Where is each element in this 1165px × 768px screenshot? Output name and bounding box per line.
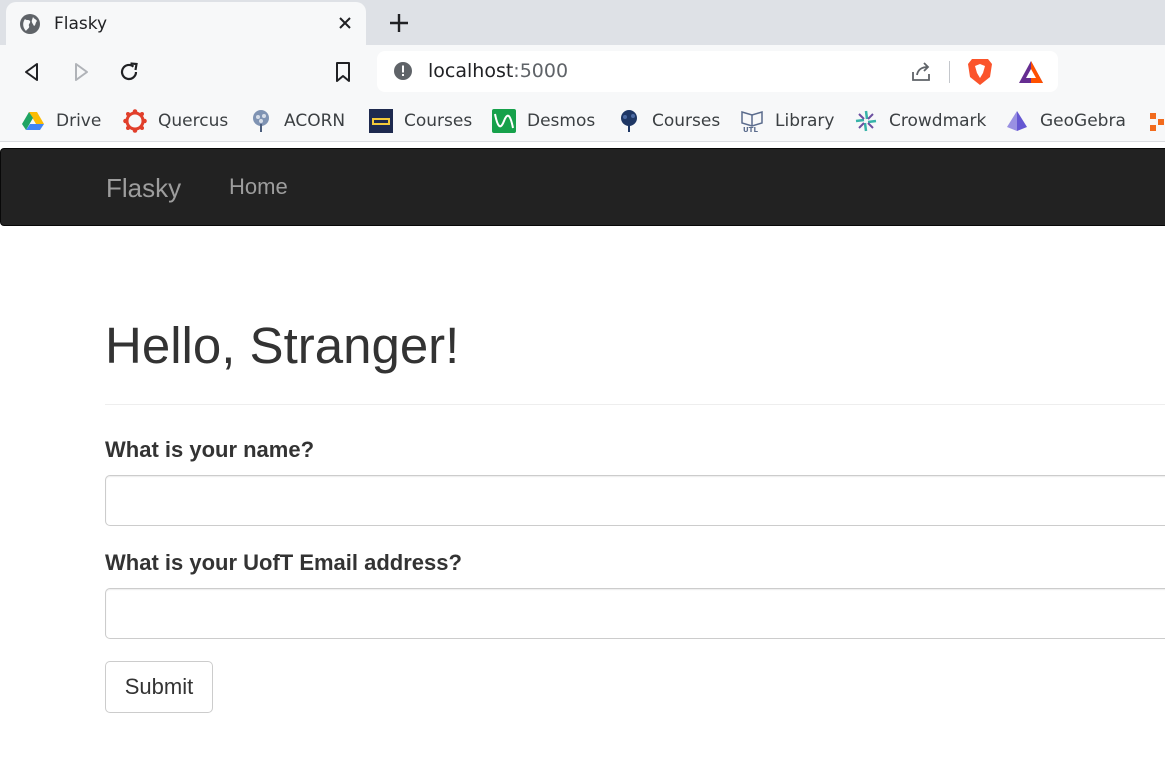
globe-icon bbox=[18, 12, 42, 36]
bookmark-label: Quercus bbox=[158, 111, 229, 131]
uoft-courses-icon bbox=[617, 109, 641, 133]
submit-button[interactable]: Submit bbox=[105, 661, 213, 713]
bookmark-geogebra[interactable]: GeoGebra bbox=[1005, 106, 1126, 136]
url-text[interactable]: localhost:5000 bbox=[428, 60, 568, 82]
brave-shields-icon[interactable] bbox=[966, 57, 994, 87]
forward-icon[interactable] bbox=[68, 59, 94, 85]
google-drive-icon bbox=[21, 109, 45, 133]
browser-toolbar: localhost:5000 bbox=[0, 45, 1165, 100]
header-divider bbox=[105, 404, 1165, 405]
page-title: Hello, Stranger! bbox=[105, 317, 460, 374]
close-tab-icon[interactable] bbox=[334, 12, 356, 34]
bookmark-acorn[interactable]: ACORN bbox=[249, 106, 345, 136]
email-label: What is your UofT Email address? bbox=[105, 550, 462, 575]
bookmark-label: GeoGebra bbox=[1040, 111, 1126, 131]
share-icon[interactable] bbox=[909, 60, 933, 84]
acorn-icon bbox=[249, 109, 273, 133]
brave-rewards-icon[interactable] bbox=[1017, 59, 1045, 85]
bookmark-label: Drive bbox=[56, 111, 102, 131]
tab-title: Flasky bbox=[54, 13, 108, 34]
bookmark-overflow[interactable] bbox=[1148, 106, 1165, 136]
bookmark-label: Library bbox=[775, 111, 835, 131]
bookmark-label: Courses bbox=[652, 111, 721, 131]
email-input[interactable] bbox=[105, 588, 1165, 639]
bookmark-desmos[interactable]: Desmos bbox=[492, 106, 595, 136]
browser-tab-strip: Flasky bbox=[0, 0, 1165, 45]
bookmark-icon[interactable] bbox=[330, 59, 356, 85]
skule-courses-icon bbox=[369, 109, 393, 133]
bookmark-crowdmark[interactable]: Crowdmark bbox=[854, 106, 986, 136]
bookmark-library[interactable]: UTL Library bbox=[740, 106, 834, 136]
crowdmark-icon bbox=[854, 109, 878, 133]
back-icon[interactable] bbox=[19, 59, 45, 85]
bookmark-label: Courses bbox=[404, 111, 473, 131]
address-bar[interactable]: localhost:5000 bbox=[377, 51, 1058, 92]
bookmark-quercus[interactable]: Quercus bbox=[123, 106, 228, 136]
bookmark-label: Crowdmark bbox=[889, 111, 987, 131]
bookmark-courses-skule[interactable]: Courses bbox=[369, 106, 472, 136]
name-input[interactable] bbox=[105, 475, 1165, 526]
name-label: What is your name? bbox=[105, 437, 315, 462]
nav-link-home[interactable]: Home bbox=[229, 174, 288, 200]
new-tab-plus-icon[interactable] bbox=[386, 10, 412, 36]
url-host: localhost bbox=[428, 60, 514, 82]
bookmarks-bar: Drive Quercus ACORN Courses Desmos Cours… bbox=[0, 100, 1165, 142]
quercus-icon bbox=[123, 109, 147, 133]
utl-library-icon: UTL bbox=[740, 109, 764, 133]
svg-text:UTL: UTL bbox=[743, 126, 758, 133]
navbar: Flasky Home bbox=[0, 148, 1165, 226]
desmos-icon bbox=[492, 109, 516, 133]
bookmark-label: Desmos bbox=[527, 111, 596, 131]
url-port: :5000 bbox=[513, 60, 569, 82]
reload-icon[interactable] bbox=[116, 59, 142, 85]
bookmark-label: ACORN bbox=[284, 111, 346, 131]
navbar-brand[interactable]: Flasky bbox=[106, 173, 181, 204]
browser-tab[interactable]: Flasky bbox=[6, 2, 366, 45]
bookmark-drive[interactable]: Drive bbox=[21, 106, 101, 136]
address-bar-separator bbox=[949, 61, 950, 83]
orange-app-icon bbox=[1148, 109, 1165, 133]
geogebra-icon bbox=[1005, 109, 1029, 133]
bookmark-courses-uoft[interactable]: Courses bbox=[617, 106, 720, 136]
site-info-icon[interactable] bbox=[393, 61, 413, 81]
